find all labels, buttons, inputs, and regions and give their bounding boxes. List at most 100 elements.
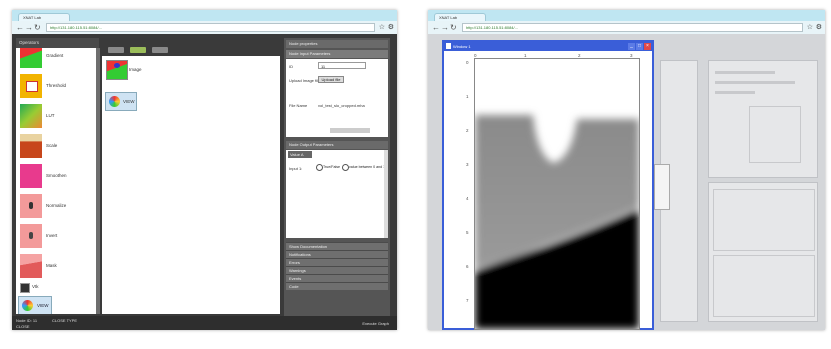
image-viewer-window[interactable]: Window 1 _ □ × 0 1 2 3 0 1 2 3 4 5 6 7 bbox=[442, 40, 654, 330]
view-globe-icon bbox=[22, 300, 33, 311]
forward-icon[interactable]: → bbox=[441, 23, 449, 32]
accordion-item[interactable]: Events bbox=[286, 274, 388, 282]
star-icon[interactable]: ☆ bbox=[379, 23, 385, 32]
scale-thumb-icon bbox=[20, 134, 42, 158]
status-close[interactable]: CLOSE bbox=[16, 324, 30, 329]
accordion-item[interactable]: Notifications bbox=[286, 250, 388, 258]
background-tab[interactable] bbox=[654, 164, 670, 210]
output-scrollbar[interactable] bbox=[384, 150, 388, 238]
filename-value: vol_test_slo_cropped.mha bbox=[318, 103, 365, 108]
execute-graph-button[interactable]: Execute Graph bbox=[362, 321, 389, 326]
minimize-icon[interactable]: _ bbox=[628, 43, 635, 50]
ct-slice-image bbox=[475, 59, 639, 329]
image-node-label: Image bbox=[129, 67, 142, 72]
palette-scrollbar[interactable] bbox=[96, 48, 100, 314]
smoothen-thumb-icon bbox=[20, 164, 42, 188]
filename-label: File Name bbox=[289, 103, 308, 108]
operator-palette: Gradient Threshold LUT Scale Smoothen No… bbox=[16, 48, 96, 314]
y-tick-label: 5 bbox=[466, 230, 469, 235]
url-field[interactable]: http://131.180.115.51:8084/... bbox=[46, 23, 375, 32]
browser-titlebar: XNAT Lab bbox=[428, 10, 825, 21]
back-icon[interactable]: ← bbox=[432, 23, 440, 32]
palette-item[interactable]: Normalize bbox=[20, 192, 94, 222]
maximize-icon[interactable]: □ bbox=[636, 43, 643, 50]
back-icon[interactable]: ← bbox=[16, 23, 24, 32]
wrench-icon[interactable]: ⚙ bbox=[816, 23, 822, 32]
workflow-editor: Operators Gradient Threshold LUT Scale S… bbox=[12, 34, 397, 330]
output-header: Node Output Parameters bbox=[286, 141, 388, 149]
window-title: Window 1 bbox=[453, 44, 471, 49]
status-node-id: Node ID: 11 bbox=[16, 318, 38, 323]
palette-item[interactable]: Mask bbox=[20, 252, 94, 282]
palette-item[interactable]: Smoothen bbox=[20, 162, 94, 192]
properties-body: ID 11 Upload Image file Upload file File… bbox=[286, 59, 388, 137]
view-node[interactable]: VIEW bbox=[105, 92, 137, 111]
palette-item-label: Vtk bbox=[32, 284, 39, 289]
browser-titlebar: XNAT Lab bbox=[12, 10, 397, 21]
palette-item[interactable]: LUT bbox=[20, 102, 94, 132]
star-icon[interactable]: ☆ bbox=[807, 23, 813, 32]
status-close-type: CLOSE TYPE bbox=[52, 318, 78, 323]
palette-item-label: Normalize bbox=[46, 203, 67, 208]
radio-value-range[interactable] bbox=[342, 164, 349, 171]
y-tick-label: 3 bbox=[466, 162, 469, 167]
toolbar-button[interactable] bbox=[108, 47, 124, 53]
id-label: ID bbox=[289, 64, 293, 69]
mask-thumb-icon bbox=[20, 254, 42, 278]
close-icon[interactable]: × bbox=[644, 43, 651, 50]
palette-item-label: Smoothen bbox=[46, 173, 67, 178]
vtk-thumb-icon bbox=[20, 283, 30, 293]
reload-icon[interactable]: ↻ bbox=[34, 23, 41, 32]
id-field[interactable]: 11 bbox=[318, 62, 366, 69]
y-tick-label: 1 bbox=[466, 94, 469, 99]
left-screenshot: XNAT Lab ← → ↻ http://131.180.115.51:808… bbox=[12, 10, 397, 330]
browser-tab[interactable]: XNAT Lab bbox=[18, 13, 70, 21]
forward-icon[interactable]: → bbox=[25, 23, 33, 32]
upload-file-button[interactable]: Upload file bbox=[318, 76, 344, 83]
toolbar-button[interactable] bbox=[152, 47, 168, 53]
accordion-item[interactable]: Errors bbox=[286, 258, 388, 266]
toolbar-button[interactable] bbox=[130, 47, 146, 53]
palette-item-label: Scale bbox=[46, 143, 58, 148]
image-node[interactable] bbox=[106, 60, 128, 80]
tab-value-a[interactable]: Value A bbox=[288, 151, 312, 158]
palette-item[interactable]: Gradient bbox=[20, 48, 94, 72]
image-plot[interactable] bbox=[474, 58, 640, 330]
reload-icon[interactable]: ↻ bbox=[450, 23, 457, 32]
y-tick-label: 2 bbox=[466, 128, 469, 133]
resize-handle[interactable] bbox=[330, 128, 370, 133]
view-node-label: VIEW bbox=[123, 99, 135, 104]
invert-thumb-icon bbox=[20, 224, 42, 248]
normalize-thumb-icon bbox=[20, 194, 42, 218]
browser-tab[interactable]: XNAT Lab bbox=[434, 13, 486, 21]
y-tick-label: 4 bbox=[466, 196, 469, 201]
workflow-canvas[interactable]: Image VIEW bbox=[102, 56, 280, 314]
threshold-thumb-icon bbox=[20, 74, 42, 98]
accordion-item[interactable]: Code bbox=[286, 282, 388, 290]
properties-panel: Node properties Node Input Parameters ID… bbox=[284, 38, 390, 320]
status-bar: Node ID: 11 CLOSE CLOSE TYPE Execute Gra… bbox=[12, 316, 397, 330]
background-app: Window 1 _ □ × 0 1 2 3 0 1 2 3 4 5 6 7 bbox=[428, 34, 825, 330]
url-field[interactable]: http://131.180.115.51:8084/... bbox=[462, 23, 803, 32]
palette-item-label: Threshold bbox=[46, 83, 67, 88]
properties-header: Node properties bbox=[286, 40, 388, 48]
window-titlebar[interactable]: Window 1 _ □ × bbox=[444, 42, 652, 51]
palette-item-label: Gradient bbox=[46, 53, 64, 58]
window-icon bbox=[446, 43, 451, 49]
accordion-item[interactable]: Warnings bbox=[286, 266, 388, 274]
palette-item[interactable]: Scale bbox=[20, 132, 94, 162]
view-globe-icon bbox=[109, 96, 120, 107]
palette-item[interactable]: Threshold bbox=[20, 72, 94, 102]
palette-item[interactable]: Vtk bbox=[20, 280, 94, 294]
palette-item[interactable]: Invert bbox=[20, 222, 94, 252]
palette-header: Operators bbox=[16, 38, 99, 48]
address-bar: ← → ↻ http://131.180.115.51:8084/... ☆ ⚙ bbox=[428, 21, 825, 34]
upload-label: Upload Image file bbox=[289, 78, 321, 83]
radio-true-false[interactable] bbox=[316, 164, 323, 171]
properties-subheader: Node Input Parameters bbox=[286, 50, 388, 58]
palette-view-item[interactable]: VIEW bbox=[18, 296, 52, 314]
wrench-icon[interactable]: ⚙ bbox=[388, 23, 394, 32]
accordion-item[interactable]: Show Documentation bbox=[286, 242, 388, 250]
palette-item-label: LUT bbox=[46, 113, 55, 118]
gradient-thumb-icon bbox=[20, 48, 42, 68]
